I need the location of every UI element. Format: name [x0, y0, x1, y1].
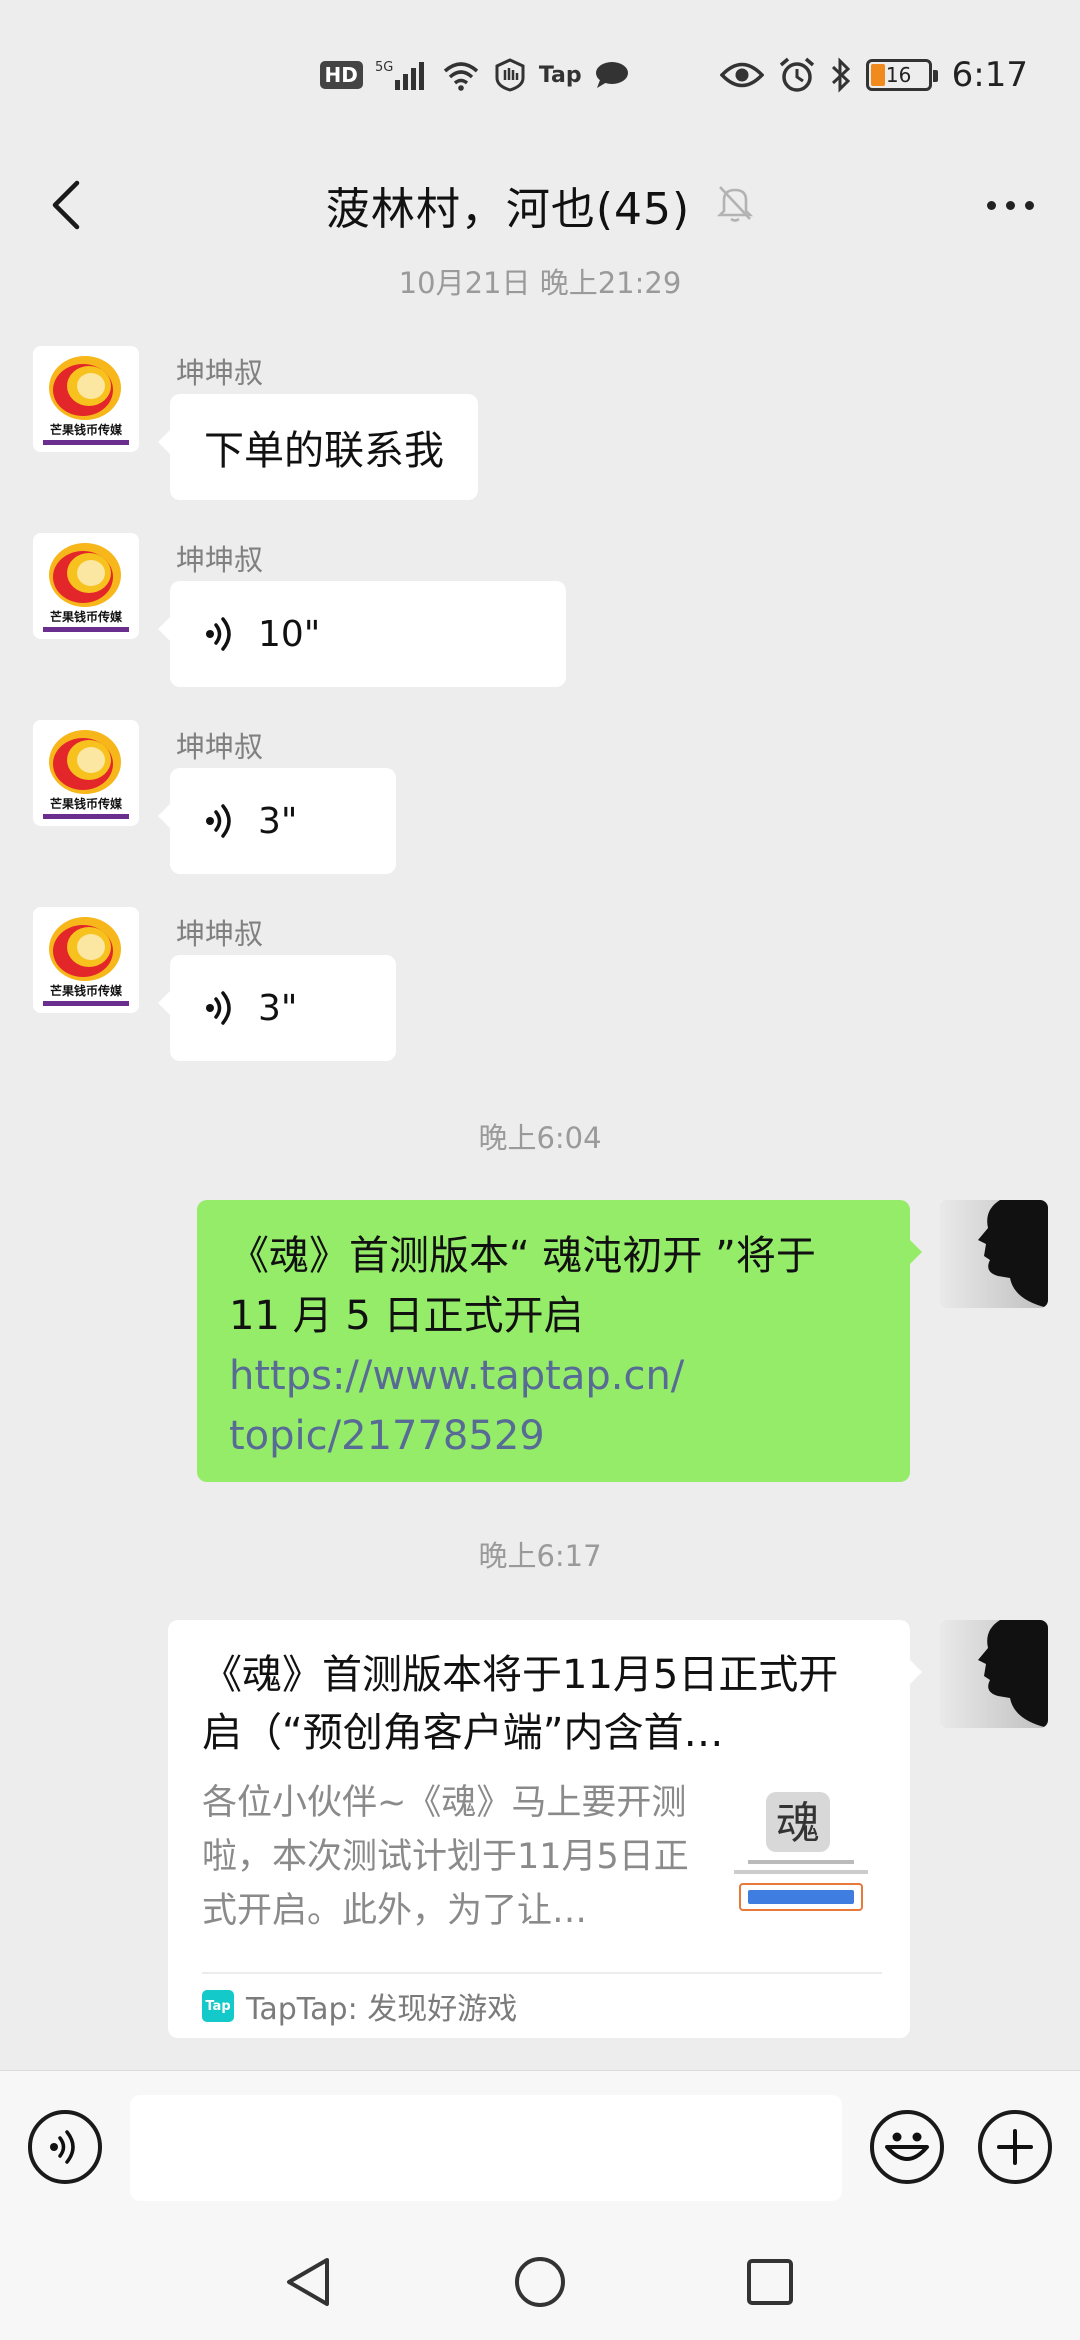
home-circle-icon [515, 2257, 565, 2307]
link-card-source-text: TapTap: 发现好游戏 [246, 1992, 518, 2027]
svg-text:芒果钱币传媒: 芒果钱币传媒 [50, 983, 123, 998]
nav-home-button[interactable] [510, 2252, 570, 2312]
wifi-icon [441, 59, 481, 91]
emoji-button[interactable] [870, 2110, 944, 2184]
voice-wrap: 3" [204, 988, 297, 1029]
timestamp: 晚上6:17 [478, 1539, 602, 1573]
link-card[interactable]: 《魂》首测版本将于11月5日正式开启（“预创角客户端”内含首… 各位小伙伴~《魂… [168, 1620, 922, 2038]
svg-text:芒果钱币传媒: 芒果钱币传媒 [50, 422, 123, 437]
dot [1024, 200, 1034, 210]
link-card-body: 各位小伙伴~《魂》马上要开测啦，本次测试计划于11月5日正式开启。此外，为了让…… [202, 1776, 876, 1938]
bluetooth-icon [830, 57, 852, 93]
voice-duration: 3" [258, 987, 298, 1029]
sender-name: 坤坤叔 [176, 543, 264, 577]
title-wrap: 菠林村，河也(45) [326, 173, 754, 237]
voice-duration: 10" [258, 613, 321, 655]
svg-text:魂: 魂 [776, 1798, 820, 1849]
status-bar: HD 5G Tap 16 6:17 [0, 0, 1080, 150]
sender-name: 坤坤叔 [176, 917, 264, 951]
recents-square-icon [747, 2259, 793, 2305]
dot [986, 200, 996, 210]
avatar[interactable]: 芒果钱币传媒 [33, 346, 139, 452]
link-card-thumbnail: 魂 [726, 1786, 876, 1936]
system-nav-bar [0, 2222, 1080, 2340]
voice-toggle-button[interactable] [28, 2110, 102, 2184]
svg-text:芒果钱币传媒: 芒果钱币传媒 [50, 796, 123, 811]
taptap-logo-icon: Tap [202, 1990, 234, 2022]
muted-bell-icon [716, 183, 754, 227]
input-bar [0, 2070, 1080, 2222]
nav-recents-button[interactable] [740, 2252, 800, 2312]
svg-text:芒果钱币传媒: 芒果钱币传媒 [50, 609, 123, 624]
voice-wave-icon [206, 991, 231, 1025]
plus-button[interactable] [978, 2110, 1052, 2184]
message-text-line: 《魂》首测版本“ 魂沌初开 ”将于 [229, 1233, 816, 1279]
message-link[interactable]: topic/21778529 [229, 1406, 878, 1466]
voice-wrap: 10" [204, 614, 320, 655]
voice-message-bubble[interactable]: 3" [158, 955, 396, 1061]
page-title: 菠林村，河也(45) [325, 184, 691, 235]
voice-duration: 3" [258, 800, 298, 842]
eye-icon [719, 60, 764, 90]
my-avatar[interactable] [940, 1620, 1048, 1728]
message-text: 下单的联系我 [204, 428, 444, 474]
sender-name: 坤坤叔 [176, 356, 264, 390]
sender-name: 坤坤叔 [176, 730, 264, 764]
voice-wave-icon [206, 617, 231, 651]
message-text-line: 11 月 5 日正式开启 [229, 1293, 584, 1339]
status-left-icons: HD 5G Tap [319, 58, 630, 92]
voice-toggle-icon [50, 2130, 75, 2164]
outgoing-message-bubble[interactable]: 《魂》首测版本“ 魂沌初开 ”将于 11 月 5 日正式开启 https://w… [197, 1200, 922, 1482]
emoji-icon [885, 2132, 929, 2161]
link-card-description: 各位小伙伴~《魂》马上要开测啦，本次测试计划于11月5日正式开启。此外，为了让… [202, 1783, 689, 1931]
my-avatar[interactable] [940, 1200, 1048, 1308]
voice-message-bubble[interactable]: 3" [158, 768, 396, 874]
avatar[interactable]: 芒果钱币传媒 [33, 533, 139, 639]
message-link[interactable]: https://www.taptap.cn/ [229, 1346, 878, 1406]
link-card-source: Tap TapTap: 发现好游戏 [202, 1972, 882, 2038]
tap-icon: Tap [538, 62, 582, 88]
svg-text:5G: 5G [375, 60, 393, 75]
voice-wave-icon [206, 804, 231, 838]
message-bubble[interactable]: 下单的联系我 [158, 394, 478, 500]
back-triangle-icon [287, 2258, 329, 2306]
hand-icon [493, 58, 527, 92]
link-card-title: 《魂》首测版本将于11月5日正式开启（“预创角客户端”内含首… [202, 1652, 839, 1756]
timestamp: 10月21日 晚上21:29 [398, 266, 682, 300]
back-button[interactable] [32, 170, 102, 240]
clock: 6:17 [951, 55, 1028, 95]
voice-wrap: 3" [204, 801, 297, 842]
avatar[interactable]: 芒果钱币传媒 [33, 720, 139, 826]
alarm-icon [778, 57, 816, 93]
chat-bubble-icon [594, 60, 630, 90]
nav-back-button[interactable] [278, 2252, 338, 2312]
dot [1005, 200, 1015, 210]
status-right-icons: 16 6:17 [719, 55, 1028, 95]
chevron-left-icon [52, 180, 80, 230]
timestamp: 晚上6:04 [478, 1121, 602, 1155]
chat-header: 菠林村，河也(45) [0, 150, 1080, 260]
signal-icon: 5G [375, 58, 429, 92]
avatar[interactable]: 芒果钱币传媒 [33, 907, 139, 1013]
hd-icon: HD [319, 61, 363, 89]
battery-icon: 16 [865, 59, 938, 91]
message-input[interactable] [130, 2095, 842, 2201]
plus-icon [997, 2129, 1033, 2165]
more-button[interactable] [962, 170, 1058, 240]
voice-message-bubble[interactable]: 10" [158, 581, 566, 687]
